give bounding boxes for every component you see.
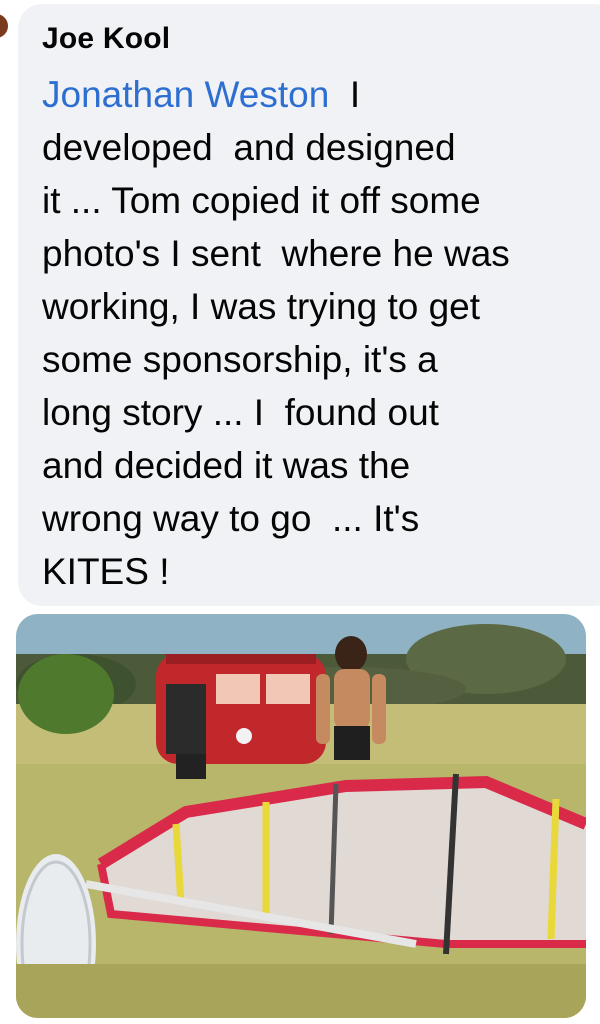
comment-line-10: KITES !	[42, 551, 170, 592]
comment-line-8: and decided it was the	[42, 445, 411, 486]
comment-line-5: working, I was trying to get	[42, 286, 481, 327]
comment-body: Jonathan Weston I developed and designed…	[42, 68, 590, 598]
comment-line-9: wrong way to go ... It's	[42, 498, 420, 539]
attached-photo[interactable]	[16, 614, 586, 1018]
comment-line-1: I	[329, 74, 361, 115]
commenter-avatar[interactable]	[0, 14, 8, 38]
mentioned-user-link[interactable]: Jonathan Weston	[42, 74, 329, 115]
comment-line-7: long story ... I found out	[42, 392, 439, 433]
comment-line-3: it ... Tom copied it off some	[42, 180, 481, 221]
comment-author-name[interactable]: Joe Kool	[42, 22, 170, 56]
comment-line-6: some sponsorship, it's a	[42, 339, 438, 380]
windsurf-photo-illustration	[16, 614, 586, 1018]
comment-line-2: developed and designed	[42, 127, 456, 168]
comment-line-4: photo's I sent where he was	[42, 233, 510, 274]
